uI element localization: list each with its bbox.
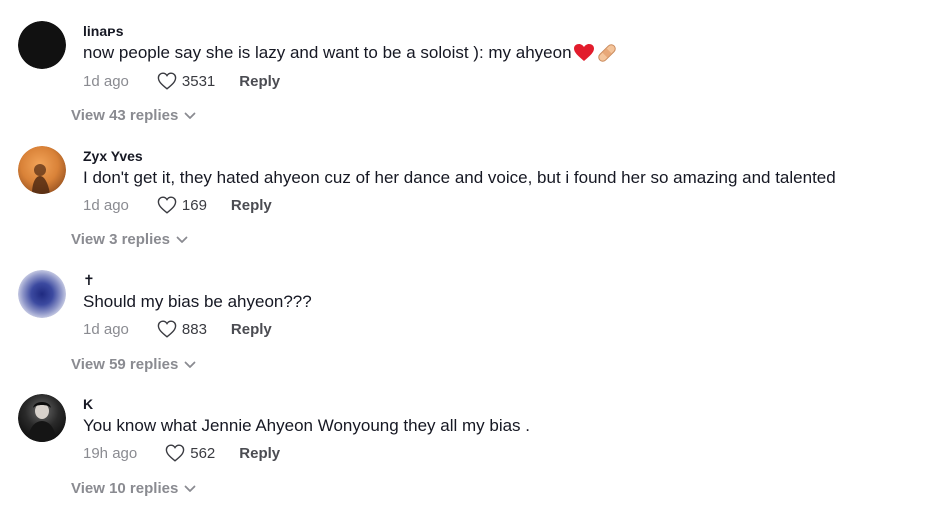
red-heart-icon (573, 44, 594, 62)
comment-text-content: now people say she is lazy and want to b… (83, 43, 572, 62)
comment-username[interactable]: K (83, 396, 93, 412)
comment-text-content: You know what Jennie Ahyeon Wonyoung the… (83, 416, 531, 435)
chevron-down-icon (176, 236, 188, 243)
heart-outline-icon (165, 444, 185, 462)
avatar[interactable] (18, 270, 66, 318)
comment-username[interactable]: linaᴘs (83, 23, 124, 39)
view-replies-label: View 59 replies (71, 356, 179, 373)
comment-date: 19h ago (83, 444, 138, 462)
chevron-down-icon (184, 112, 196, 119)
comment-text: I don't get it, they hated ahyeon cuz of… (83, 168, 836, 188)
reply-button[interactable]: Reply (239, 73, 280, 90)
comment-meta: 19h ago 562 Reply (83, 444, 280, 462)
comment-text: You know what Jennie Ahyeon Wonyoung the… (83, 416, 530, 436)
comment-date: 1d ago (83, 72, 129, 90)
avatar[interactable] (18, 394, 66, 442)
like-button[interactable]: 883 (157, 320, 207, 338)
avatar[interactable] (18, 146, 66, 194)
comment-text: Should my bias be ahyeon??? (83, 292, 312, 312)
reply-button[interactable]: Reply (231, 197, 272, 214)
comment-meta: 1d ago 883 Reply (83, 320, 272, 338)
chevron-down-icon (184, 361, 196, 368)
comment-item: ✝ Should my bias be ahyeon??? 1d ago 883… (0, 248, 925, 373)
like-button[interactable]: 169 (157, 196, 207, 214)
view-replies-button[interactable]: View 43 replies (71, 107, 196, 124)
comment-meta: 1d ago 169 Reply (83, 196, 272, 214)
comment-item: K You know what Jennie Ahyeon Wonyoung t… (0, 372, 925, 497)
view-replies-button[interactable]: View 3 replies (71, 231, 188, 248)
view-replies-label: View 3 replies (71, 231, 170, 248)
comment-date: 1d ago (83, 196, 129, 214)
comment-text-content: I don't get it, they hated ahyeon cuz of… (83, 168, 836, 187)
comment-username[interactable]: ✝ (83, 272, 95, 289)
like-button[interactable]: 3531 (157, 72, 215, 90)
avatar[interactable] (18, 21, 66, 69)
like-count: 3531 (181, 72, 216, 90)
view-replies-button[interactable]: View 59 replies (71, 356, 196, 373)
like-count: 169 (181, 196, 207, 214)
comment-text: now people say she is lazy and want to b… (83, 42, 618, 64)
view-replies-button[interactable]: View 10 replies (71, 480, 196, 497)
comment-date: 1d ago (83, 320, 129, 338)
reply-button[interactable]: Reply (239, 445, 280, 462)
like-count: 883 (181, 320, 207, 338)
comment-username[interactable]: Zyx Yves (83, 148, 143, 164)
heart-outline-icon (157, 196, 177, 214)
comment-item: linaᴘs now people say she is lazy and wa… (0, 0, 925, 124)
view-replies-label: View 10 replies (71, 480, 179, 497)
reply-button[interactable]: Reply (231, 321, 272, 338)
like-count: 562 (190, 444, 216, 462)
comment-meta: 1d ago 3531 Reply (83, 72, 280, 90)
view-replies-label: View 43 replies (71, 107, 179, 124)
comment-text-content: Should my bias be ahyeon??? (83, 292, 312, 311)
comment-item: Zyx Yves I don't get it, they hated ahye… (0, 124, 925, 248)
chevron-down-icon (184, 485, 196, 492)
like-button[interactable]: 562 (165, 444, 215, 462)
heart-outline-icon (157, 320, 177, 338)
heart-outline-icon (157, 72, 177, 90)
adhesive-bandage-icon (596, 42, 618, 64)
